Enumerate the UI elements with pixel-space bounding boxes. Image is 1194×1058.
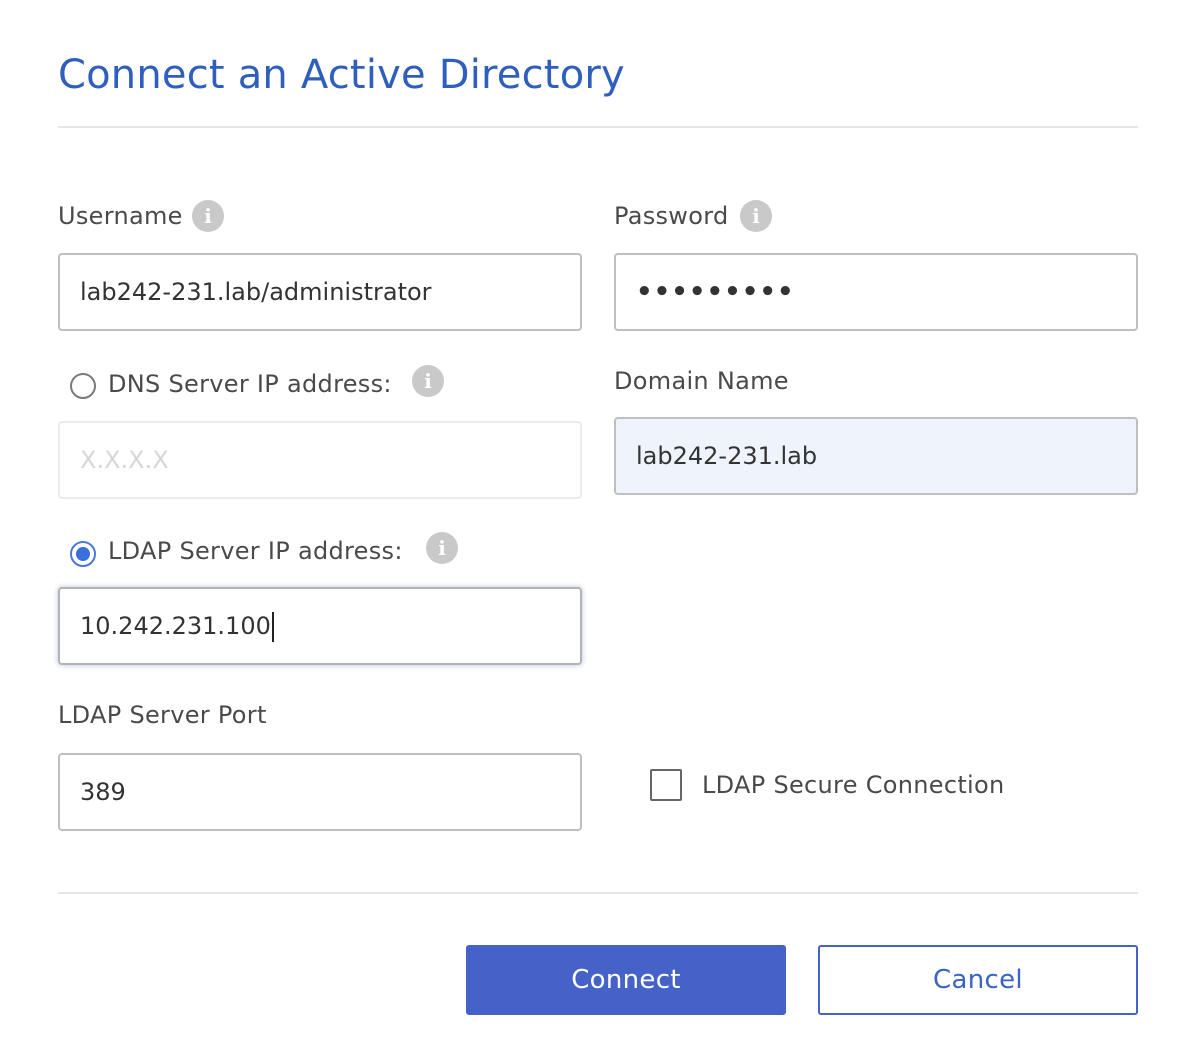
password-label: Password — [614, 202, 729, 230]
ldap-port-value: 389 — [80, 778, 126, 806]
dns-server-label: DNS Server IP address: — [108, 370, 392, 398]
footer-divider — [58, 892, 1138, 894]
ldap-server-value: 10.242.231.100 — [80, 612, 271, 640]
ldap-server-info-icon[interactable]: i — [426, 532, 458, 564]
ldap-server-label: LDAP Server IP address: — [108, 537, 403, 565]
ldap-port-label: LDAP Server Port — [58, 701, 267, 729]
title-divider — [58, 126, 1138, 128]
text-caret — [271, 612, 274, 642]
password-masked-value: ••••••••• — [636, 277, 795, 307]
username-label: Username — [58, 202, 183, 230]
dialog-title: Connect an Active Directory — [58, 52, 625, 98]
connect-active-directory-dialog: Connect an Active Directory Username i l… — [0, 0, 1194, 1058]
ldap-secure-checkbox[interactable] — [650, 769, 682, 801]
domain-name-input[interactable]: lab242-231.lab — [614, 417, 1138, 495]
ldap-port-input[interactable]: 389 — [58, 753, 582, 831]
dns-server-input[interactable]: X.X.X.X — [58, 421, 582, 499]
password-info-icon[interactable]: i — [740, 200, 772, 232]
connect-button[interactable]: Connect — [466, 945, 786, 1015]
domain-name-label: Domain Name — [614, 367, 789, 395]
ldap-server-radio[interactable] — [70, 541, 96, 567]
username-input[interactable]: lab242-231.lab/administrator — [58, 253, 582, 331]
dns-server-info-icon[interactable]: i — [412, 365, 444, 397]
domain-name-value: lab242-231.lab — [636, 442, 818, 470]
ldap-secure-label[interactable]: LDAP Secure Connection — [702, 771, 1005, 799]
cancel-button[interactable]: Cancel — [818, 945, 1138, 1015]
ldap-server-input[interactable]: 10.242.231.100 — [58, 587, 582, 665]
password-input[interactable]: ••••••••• — [614, 253, 1138, 331]
dns-server-placeholder: X.X.X.X — [80, 446, 169, 474]
username-info-icon[interactable]: i — [192, 200, 224, 232]
username-value: lab242-231.lab/administrator — [80, 278, 432, 306]
dns-server-radio[interactable] — [70, 373, 96, 399]
